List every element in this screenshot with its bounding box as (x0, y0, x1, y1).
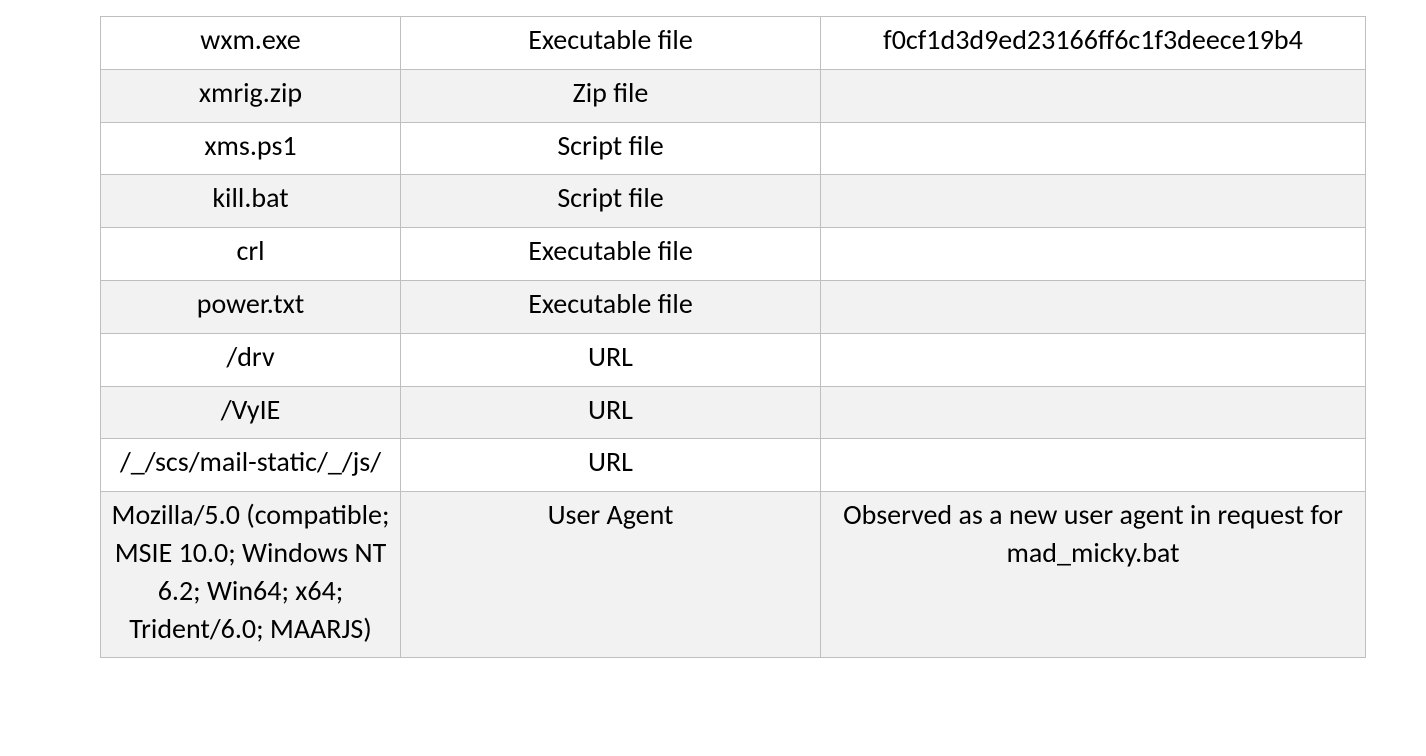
cell-type: User Agent (401, 492, 821, 658)
ioc-table: wxm.exe Executable file f0cf1d3d9ed23166… (100, 16, 1366, 658)
table-row: crl Executable file (101, 228, 1366, 281)
cell-indicator: Mozilla/5.0 (compatible; MSIE 10.0; Wind… (101, 492, 401, 658)
cell-note (821, 122, 1366, 175)
cell-type: Executable file (401, 280, 821, 333)
cell-note (821, 280, 1366, 333)
cell-type: URL (401, 386, 821, 439)
cell-indicator: xmrig.zip (101, 69, 401, 122)
cell-note (821, 386, 1366, 439)
cell-indicator: power.txt (101, 280, 401, 333)
cell-note (821, 228, 1366, 281)
table-row: xms.ps1 Script file (101, 122, 1366, 175)
page: wxm.exe Executable file f0cf1d3d9ed23166… (0, 0, 1426, 756)
table-row: /VyIE URL (101, 386, 1366, 439)
cell-note (821, 69, 1366, 122)
cell-note: Observed as a new user agent in request … (821, 492, 1366, 658)
cell-type: URL (401, 439, 821, 492)
cell-indicator: kill.bat (101, 175, 401, 228)
cell-indicator: crl (101, 228, 401, 281)
cell-type: Executable file (401, 17, 821, 70)
cell-indicator: /drv (101, 333, 401, 386)
table-row: /drv URL (101, 333, 1366, 386)
cell-indicator: /_/scs/mail-static/_/js/ (101, 439, 401, 492)
cell-indicator: /VyIE (101, 386, 401, 439)
cell-type: URL (401, 333, 821, 386)
cell-type: Script file (401, 122, 821, 175)
cell-indicator: wxm.exe (101, 17, 401, 70)
table-row: power.txt Executable file (101, 280, 1366, 333)
cell-type: Script file (401, 175, 821, 228)
cell-indicator: xms.ps1 (101, 122, 401, 175)
cell-note (821, 439, 1366, 492)
cell-note (821, 175, 1366, 228)
cell-type: Executable file (401, 228, 821, 281)
cell-note: f0cf1d3d9ed23166ff6c1f3deece19b4 (821, 17, 1366, 70)
cell-type: Zip file (401, 69, 821, 122)
table-row: /_/scs/mail-static/_/js/ URL (101, 439, 1366, 492)
table-row: Mozilla/5.0 (compatible; MSIE 10.0; Wind… (101, 492, 1366, 658)
table-row: xmrig.zip Zip file (101, 69, 1366, 122)
cell-note (821, 333, 1366, 386)
table-row: kill.bat Script file (101, 175, 1366, 228)
table-row: wxm.exe Executable file f0cf1d3d9ed23166… (101, 17, 1366, 70)
